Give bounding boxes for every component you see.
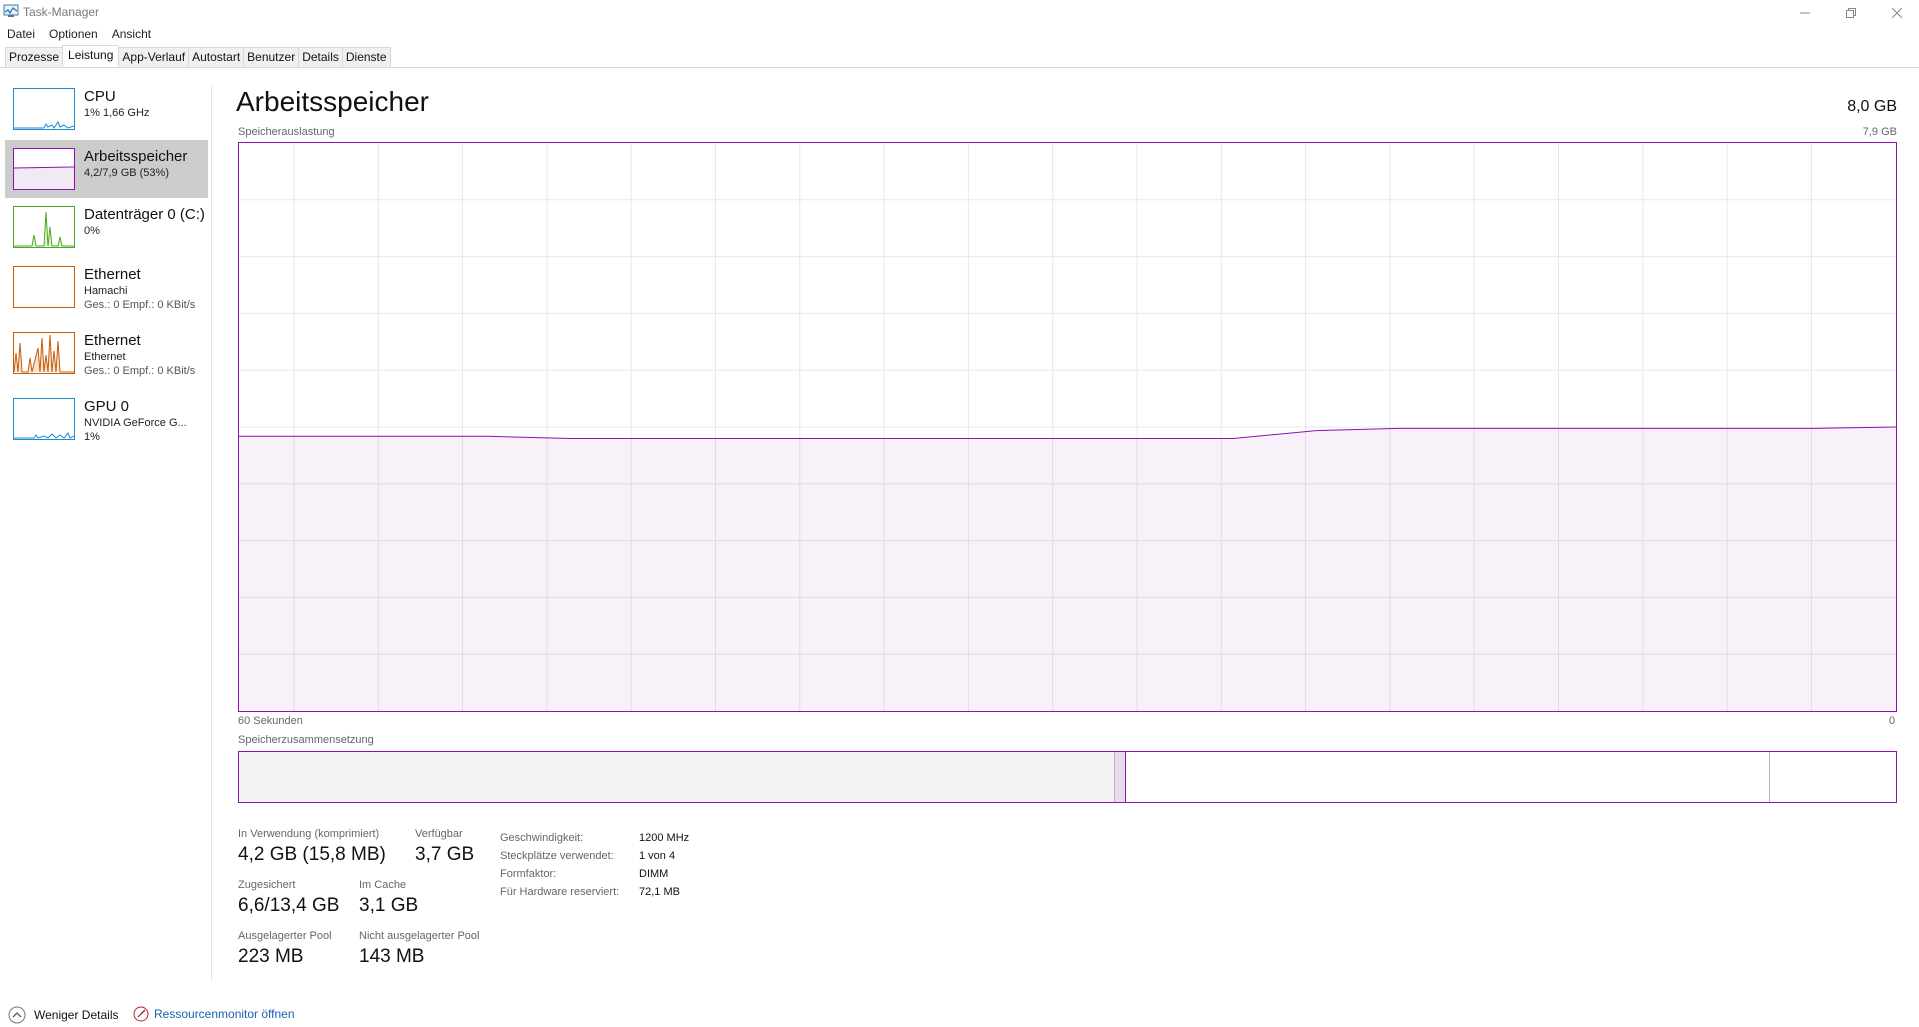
footer: Weniger Details Ressourcenmonitor öffnen: [0, 1000, 1919, 1027]
minimize-button[interactable]: [1782, 0, 1828, 26]
sidebar-item-title: Arbeitsspeicher: [84, 148, 188, 165]
tab-details[interactable]: Details: [298, 47, 343, 67]
stat-value: 223 MB: [238, 946, 304, 967]
performance-sidebar: CPU 1% 1,66 GHz Arbeitsspeicher 4,2/7,9 …: [0, 86, 212, 981]
sidebar-item-utilization: 1%: [84, 431, 100, 443]
stat-paged-pool: Ausgelagerter Pool 223 MB: [238, 930, 332, 968]
time-axis-start: 60 Sekunden: [238, 715, 303, 727]
memory-usage-graph: [238, 142, 1897, 712]
tab-app-verlauf[interactable]: App-Verlauf: [118, 47, 190, 67]
stat-committed: Zugesichert 6,6/13,4 GB: [238, 879, 339, 917]
stat-available: Verfügbar 3,7 GB: [415, 828, 474, 866]
tab-benutzer[interactable]: Benutzer: [243, 47, 300, 67]
stat-in-use: In Verwendung (komprimiert) 4,2 GB (15,8…: [238, 828, 386, 866]
speed-label: Geschwindigkeit:: [500, 832, 584, 844]
memory-usage-area: [239, 427, 1896, 711]
window-title: Task-Manager: [23, 5, 100, 19]
stat-label: Im Cache: [359, 879, 407, 891]
tab-bar: Prozesse Leistung App-Verlauf Autostart …: [0, 45, 1919, 68]
ethernet-hamachi-thumbnail-graph: [13, 266, 75, 308]
sidebar-item-subtitle: Hamachi: [84, 285, 128, 297]
composition-standby[interactable]: [1126, 752, 1770, 802]
sidebar-item-subtitle: 1% 1,66 GHz: [84, 107, 150, 119]
composition-in-use[interactable]: [239, 752, 1115, 802]
form-factor-value: DIMM: [639, 868, 669, 880]
memory-thumbnail-graph: [13, 148, 75, 190]
stat-value: 3,1 GB: [359, 895, 419, 916]
stat-value: 6,6/13,4 GB: [238, 895, 340, 916]
stat-value: 4,2 GB (15,8 MB): [238, 844, 386, 865]
ethernet-thumbnail-graph: [13, 332, 75, 374]
stat-value: 3,7 GB: [415, 844, 475, 865]
sidebar-item-throughput: Ges.: 0 Empf.: 0 KBit/s: [84, 299, 196, 311]
fewer-details-button[interactable]: Weniger Details: [8, 1006, 118, 1024]
sidebar-item-subtitle: 0%: [84, 225, 100, 237]
title-bar: Task-Manager: [0, 0, 1919, 26]
sidebar-item-title: GPU 0: [84, 398, 130, 415]
total-memory: 8,0 GB: [1847, 98, 1897, 115]
composition-modified[interactable]: [1115, 752, 1126, 802]
slots-label: Steckplätze verwendet:: [500, 850, 614, 862]
fewer-details-label: Weniger Details: [34, 1008, 119, 1022]
tab-dienste[interactable]: Dienste: [341, 47, 391, 67]
stat-label: Verfügbar: [415, 828, 463, 840]
disk-thumbnail-graph: [13, 206, 75, 248]
sidebar-item-title: CPU: [84, 88, 116, 105]
stat-label: Nicht ausgelagerter Pool: [359, 930, 480, 942]
memory-usage-chart: [239, 143, 1896, 711]
memory-composition-bar[interactable]: [238, 751, 1897, 803]
slots-value: 1 von 4: [639, 850, 676, 862]
usage-graph-max: 7,9 GB: [1862, 126, 1897, 138]
menu-ansicht[interactable]: Ansicht: [105, 25, 158, 45]
form-factor-label: Formfaktor:: [500, 868, 557, 880]
sidebar-item-disk[interactable]: Datenträger 0 (C:) 0%: [5, 204, 208, 256]
tab-autostart[interactable]: Autostart: [188, 47, 245, 67]
chevron-up-icon: [8, 1006, 26, 1024]
menu-optionen[interactable]: Optionen: [42, 25, 105, 45]
resource-monitor-link[interactable]: Ressourcenmonitor öffnen: [133, 1006, 295, 1022]
stat-label: Ausgelagerter Pool: [238, 930, 332, 942]
hardware-reserved-value: 72,1 MB: [639, 886, 680, 898]
sidebar-item-title: Datenträger 0 (C:): [84, 206, 205, 223]
restore-button[interactable]: [1828, 0, 1874, 26]
sidebar-item-ethernet[interactable]: Ethernet Ethernet Ges.: 0 Empf.: 0 KBit/…: [5, 330, 208, 390]
cpu-thumbnail-graph: [13, 88, 75, 130]
resource-monitor-label: Ressourcenmonitor öffnen: [154, 1007, 295, 1021]
resource-monitor-icon: [133, 1006, 149, 1022]
menu-bar: Datei Optionen Ansicht: [0, 25, 158, 45]
task-manager-icon: [3, 4, 19, 18]
sidebar-item-subtitle: NVIDIA GeForce G...: [84, 417, 187, 429]
speed-value: 1200 MHz: [639, 832, 690, 844]
sidebar-item-memory[interactable]: Arbeitsspeicher 4,2/7,9 GB (53%): [5, 140, 208, 198]
page-title: Arbeitsspeicher: [236, 86, 429, 117]
sidebar-item-subtitle: 4,2/7,9 GB (53%): [84, 167, 169, 179]
sidebar-item-title: Ethernet: [84, 332, 141, 349]
stat-cached: Im Cache 3,1 GB: [359, 879, 418, 917]
tab-leistung[interactable]: Leistung: [62, 45, 120, 67]
stat-non-paged-pool: Nicht ausgelagerter Pool 143 MB: [359, 930, 479, 968]
tab-prozesse[interactable]: Prozesse: [5, 47, 64, 67]
composition-free[interactable]: [1770, 752, 1896, 802]
stat-label: In Verwendung (komprimiert): [238, 828, 380, 840]
sidebar-item-subtitle: Ethernet: [84, 351, 126, 363]
stat-label: Zugesichert: [238, 879, 296, 891]
sidebar-item-cpu[interactable]: CPU 1% 1,66 GHz: [5, 86, 208, 138]
sidebar-item-title: Ethernet: [84, 266, 141, 283]
stat-value: 143 MB: [359, 946, 425, 967]
menu-datei[interactable]: Datei: [0, 25, 42, 45]
hardware-detail-labels: Geschwindigkeit: Steckplätze verwendet: …: [500, 829, 619, 901]
close-button[interactable]: [1874, 0, 1919, 26]
sidebar-item-ethernet-hamachi[interactable]: Ethernet Hamachi Ges.: 0 Empf.: 0 KBit/s: [5, 264, 208, 324]
usage-graph-label: Speicherauslastung: [238, 126, 335, 138]
composition-label: Speicherzusammensetzung: [238, 734, 374, 746]
time-axis-end: 0: [1888, 715, 1895, 727]
gpu-thumbnail-graph: [13, 398, 75, 440]
hardware-detail-values: 1200 MHz 1 von 4 DIMM 72,1 MB: [639, 829, 689, 901]
sidebar-item-throughput: Ges.: 0 Empf.: 0 KBit/s: [84, 365, 196, 377]
hardware-reserved-label: Für Hardware reserviert:: [500, 886, 620, 898]
sidebar-item-gpu[interactable]: GPU 0 NVIDIA GeForce G... 1%: [5, 396, 208, 456]
